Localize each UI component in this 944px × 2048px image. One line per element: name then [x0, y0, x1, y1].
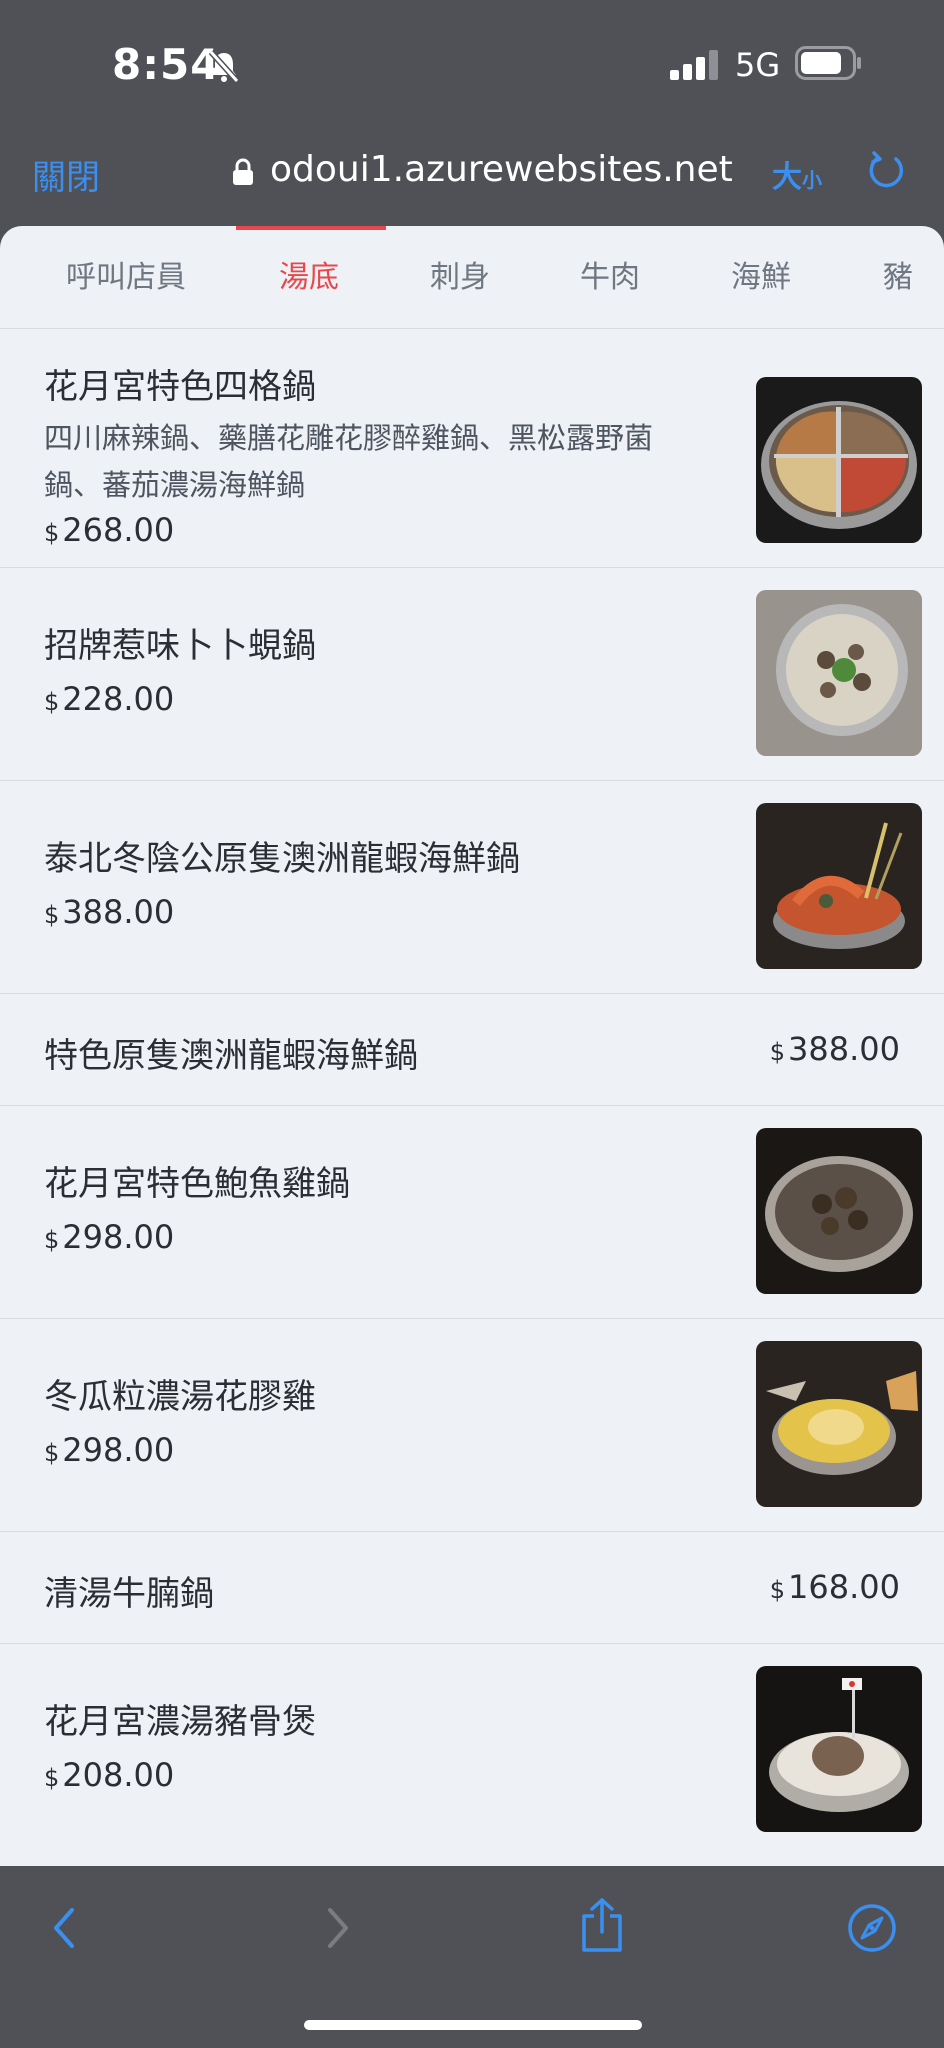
item-photo[interactable]: [756, 803, 922, 969]
currency-symbol: $: [769, 1576, 786, 1604]
price-value: 388.00: [62, 893, 175, 931]
status-time: 8:54: [112, 40, 221, 89]
item-name: 冬瓜粒濃湯花膠雞: [44, 1377, 316, 1417]
price-value: 388.00: [788, 1030, 900, 1068]
menu-item[interactable]: 招牌惹味卜卜蜆鍋 $228.00: [0, 568, 944, 781]
item-price: $228.00: [44, 680, 174, 718]
text-size-small-label: 小: [802, 168, 822, 192]
price-value: 268.00: [62, 511, 175, 549]
battery-icon: [795, 46, 861, 80]
currency-symbol: $: [44, 1226, 60, 1254]
share-icon[interactable]: [578, 1896, 626, 1954]
category-tabs: 呼叫店員 湯底 刺身 牛肉 海鮮 豬: [0, 226, 944, 329]
text-size-big-label: 大: [772, 160, 802, 195]
bell-muted-icon: [208, 49, 240, 84]
network-type: 5G: [735, 46, 781, 84]
currency-symbol: $: [44, 1439, 60, 1467]
tab-sashimi[interactable]: 刺身: [430, 252, 490, 296]
tab-beef[interactable]: 牛肉: [580, 252, 640, 296]
item-price: $168.00: [770, 1568, 900, 1606]
item-price: $388.00: [770, 1030, 900, 1068]
price-value: 208.00: [62, 1756, 175, 1794]
menu-item[interactable]: 泰北冬陰公原隻澳洲龍蝦海鮮鍋 $388.00: [0, 781, 944, 994]
price-value: 168.00: [788, 1568, 900, 1606]
page-content: 呼叫店員 湯底 刺身 牛肉 海鮮 豬 花月宮特色四格鍋 四川麻辣鍋、藥膳花雕花膠…: [0, 226, 944, 1866]
item-photo[interactable]: [756, 377, 922, 543]
item-name: 招牌惹味卜卜蜆鍋: [44, 626, 316, 666]
price-value: 228.00: [62, 680, 175, 718]
home-indicator: [304, 2020, 642, 2030]
item-name: 花月宮濃湯豬骨煲: [44, 1702, 316, 1742]
currency-symbol: $: [44, 901, 60, 929]
tab-pork[interactable]: 豬: [883, 252, 913, 296]
item-photo[interactable]: [756, 590, 922, 756]
back-icon[interactable]: [48, 1904, 80, 1952]
lock-icon: [233, 158, 253, 185]
item-description: 四川麻辣鍋、藥膳花雕花膠醉雞鍋、黑松露野菌鍋、蕃茄濃湯海鮮鍋: [44, 421, 654, 502]
reload-icon[interactable]: [866, 150, 906, 190]
tab-seafood[interactable]: 海鮮: [731, 252, 791, 296]
item-price: $208.00: [44, 1756, 174, 1794]
menu-item[interactable]: 特色原隻澳洲龍蝦海鮮鍋 $388.00: [0, 994, 944, 1106]
item-price: $268.00: [44, 511, 174, 549]
price-value: 298.00: [62, 1431, 175, 1469]
item-name: 花月宮特色四格鍋: [44, 367, 316, 407]
cellular-signal-icon: [670, 50, 718, 80]
item-price: $298.00: [44, 1431, 174, 1469]
item-photo[interactable]: [756, 1666, 922, 1832]
currency-symbol: $: [44, 519, 60, 547]
item-name: 特色原隻澳洲龍蝦海鮮鍋: [44, 1036, 418, 1076]
active-tab-indicator: [236, 226, 386, 230]
menu-item[interactable]: 清湯牛腩鍋 $168.00: [0, 1532, 944, 1644]
menu-item[interactable]: 花月宮特色鮑魚雞鍋 $298.00: [0, 1106, 944, 1319]
compass-icon[interactable]: [846, 1902, 898, 1954]
menu-item[interactable]: 花月宮濃湯豬骨煲 $208.00: [0, 1644, 944, 1866]
url-text[interactable]: odoui1.azurewebsites.net: [270, 149, 733, 190]
price-value: 298.00: [62, 1218, 175, 1256]
close-button[interactable]: 關閉: [32, 150, 100, 199]
item-name: 清湯牛腩鍋: [44, 1574, 214, 1614]
currency-symbol: $: [44, 688, 60, 716]
status-bar: 8:54 5G: [0, 0, 944, 120]
tab-call-staff[interactable]: 呼叫店員: [66, 252, 186, 296]
menu-item[interactable]: 冬瓜粒濃湯花膠雞 $298.00: [0, 1319, 944, 1532]
text-size-button[interactable]: 大小: [772, 152, 822, 196]
item-photo[interactable]: [756, 1341, 922, 1507]
menu-item[interactable]: 花月宮特色四格鍋 四川麻辣鍋、藥膳花雕花膠醉雞鍋、黑松露野菌鍋、蕃茄濃湯海鮮鍋 …: [0, 329, 944, 568]
item-price: $298.00: [44, 1218, 174, 1256]
item-price: $388.00: [44, 893, 174, 931]
item-photo[interactable]: [756, 1128, 922, 1294]
currency-symbol: $: [769, 1038, 786, 1066]
item-name: 花月宮特色鮑魚雞鍋: [44, 1164, 350, 1204]
forward-icon[interactable]: [322, 1904, 354, 1952]
tab-soup-base[interactable]: 湯底: [279, 252, 339, 296]
item-name: 泰北冬陰公原隻澳洲龍蝦海鮮鍋: [44, 839, 520, 879]
currency-symbol: $: [44, 1764, 60, 1792]
